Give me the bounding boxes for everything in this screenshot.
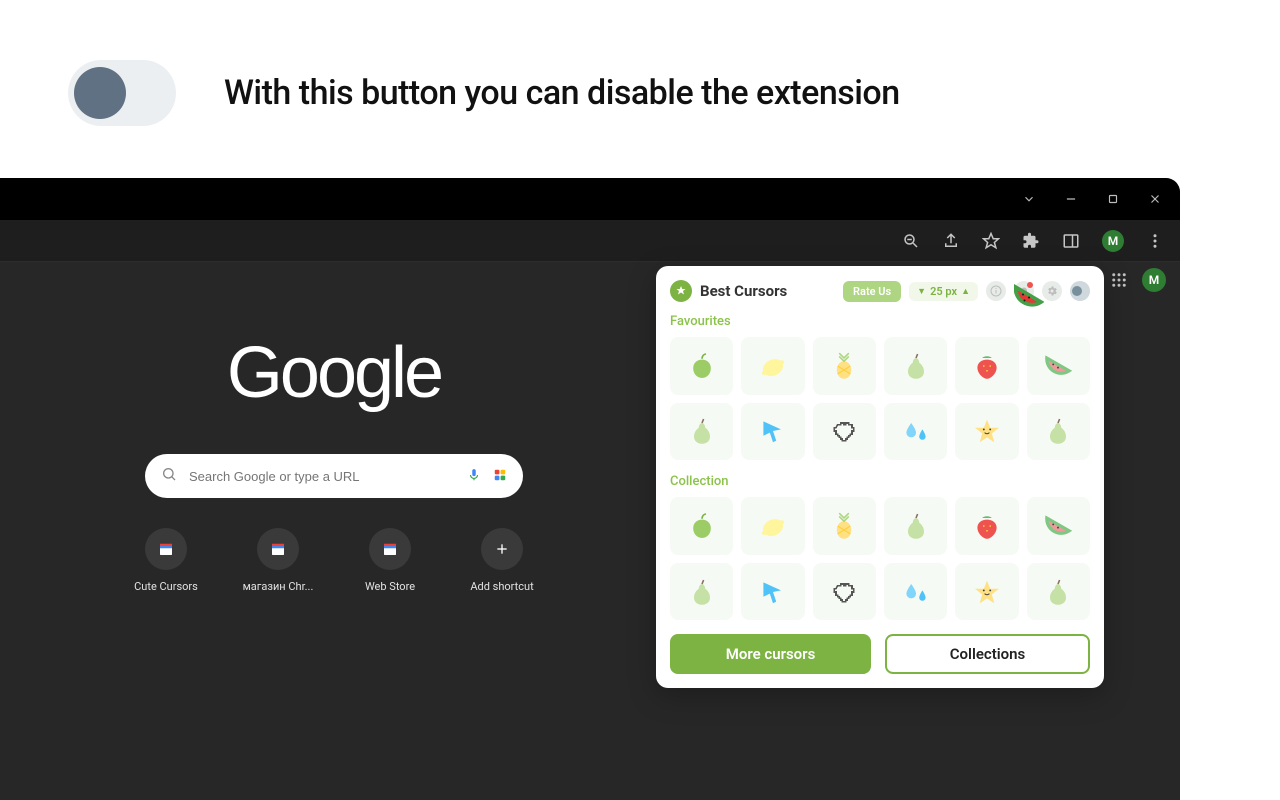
- disable-toggle[interactable]: [68, 60, 176, 126]
- zoom-icon[interactable]: [902, 232, 920, 250]
- cursor-item-water-drops[interactable]: [884, 403, 947, 461]
- shortcut-item[interactable]: Add shortcut: [462, 528, 542, 593]
- instruction-row: With this button you can disable the ext…: [0, 0, 1280, 166]
- cursor-size-value: 25 px: [930, 285, 957, 298]
- cursor-item-pear[interactable]: [670, 403, 733, 461]
- extension-popup: Best Cursors Rate Us ▼ 25 px ▲: [656, 266, 1104, 688]
- share-icon[interactable]: [942, 232, 960, 250]
- google-logo: Google: [227, 332, 441, 414]
- collections-button[interactable]: Collections: [885, 634, 1090, 674]
- profile-avatar[interactable]: M: [1102, 230, 1124, 252]
- cursor-item-star[interactable]: [955, 563, 1018, 621]
- shortcut-item[interactable]: Web Store: [350, 528, 430, 593]
- cursor-item-apple[interactable]: [670, 337, 733, 395]
- cursor-item-pear[interactable]: [670, 563, 733, 621]
- window-dropdown-icon[interactable]: [1022, 192, 1036, 206]
- cursor-item-lemon[interactable]: [741, 337, 804, 395]
- browser-window: M M Google: [0, 178, 1180, 800]
- store-icon: [145, 528, 187, 570]
- search-icon: [161, 466, 177, 486]
- rate-us-button[interactable]: Rate Us: [843, 281, 901, 302]
- cursor-item-star[interactable]: [955, 403, 1018, 461]
- cursor-item-watermelon[interactable]: [1027, 337, 1090, 395]
- cursor-item-pear-2[interactable]: [1027, 563, 1090, 621]
- cursor-item-strawberry[interactable]: [955, 497, 1018, 555]
- toggle-knob: [74, 67, 126, 119]
- collection-heading: Collection: [670, 474, 1090, 489]
- window-titlebar: [0, 178, 1180, 220]
- cursor-item-pear-light[interactable]: [884, 497, 947, 555]
- new-tab-page: M Google Cute Cursors магазин Chr... Web S…: [0, 262, 1180, 800]
- shortcut-label: магазин Chr...: [238, 580, 318, 593]
- favourites-grid: [670, 337, 1090, 460]
- cursor-item-arrow-cursor[interactable]: [741, 403, 804, 461]
- window-maximize-icon[interactable]: [1106, 192, 1120, 206]
- favourites-heading: Favourites: [670, 314, 1090, 329]
- cursor-item-pineapple[interactable]: [813, 497, 876, 555]
- extension-toggle[interactable]: [1070, 281, 1090, 301]
- extension-footer: More cursors Collections: [670, 634, 1090, 674]
- window-close-icon[interactable]: [1148, 192, 1162, 206]
- cursor-item-heart-pixel[interactable]: [813, 563, 876, 621]
- ntp-avatar[interactable]: M: [1142, 268, 1166, 292]
- shortcut-label: Web Store: [350, 580, 430, 593]
- cursor-item-pineapple[interactable]: [813, 337, 876, 395]
- shortcut-label: Cute Cursors: [126, 580, 206, 593]
- search-input[interactable]: [189, 469, 455, 484]
- cursor-item-lemon[interactable]: [741, 497, 804, 555]
- extensions-icon[interactable]: [1022, 232, 1040, 250]
- cursor-item-pear-light[interactable]: [884, 337, 947, 395]
- extension-logo-icon: [670, 280, 692, 302]
- extension-toggle-knob: [1072, 286, 1082, 296]
- side-panel-icon[interactable]: [1062, 232, 1080, 250]
- cursor-item-heart-pixel[interactable]: [813, 403, 876, 461]
- cursor-item-watermelon[interactable]: [1027, 497, 1090, 555]
- collection-grid: [670, 497, 1090, 620]
- cursor-item-apple[interactable]: [670, 497, 733, 555]
- voice-search-icon[interactable]: [467, 467, 481, 486]
- ntp-top-right: M: [1110, 268, 1166, 292]
- watermelon-cursor-icon: [1014, 284, 1044, 314]
- cursor-size-control[interactable]: ▼ 25 px ▲: [909, 282, 978, 301]
- store-icon: [257, 528, 299, 570]
- extension-title: Best Cursors: [700, 282, 835, 300]
- window-minimize-icon[interactable]: [1064, 192, 1078, 206]
- apps-grid-icon[interactable]: [1110, 271, 1128, 289]
- info-icon[interactable]: [986, 281, 1006, 301]
- settings-gear-icon[interactable]: [1042, 281, 1062, 301]
- instruction-text: With this button you can disable the ext…: [224, 73, 900, 113]
- plus-icon: [481, 528, 523, 570]
- browser-toolbar: M: [0, 220, 1180, 262]
- shortcuts-row: Cute Cursors магазин Chr... Web Store Add s…: [126, 528, 542, 593]
- cursor-item-pear-2[interactable]: [1027, 403, 1090, 461]
- shortcut-label: Add shortcut: [462, 580, 542, 593]
- size-decrease-icon[interactable]: ▼: [917, 286, 926, 297]
- bookmark-star-icon[interactable]: [982, 232, 1000, 250]
- more-cursors-button[interactable]: More cursors: [670, 634, 871, 674]
- lens-search-icon[interactable]: [493, 467, 507, 486]
- store-icon: [369, 528, 411, 570]
- browser-menu-icon[interactable]: [1146, 232, 1164, 250]
- size-increase-icon[interactable]: ▲: [961, 286, 970, 297]
- shortcut-item[interactable]: магазин Chr...: [238, 528, 318, 593]
- cursor-item-water-drops[interactable]: [884, 563, 947, 621]
- shortcut-item[interactable]: Cute Cursors: [126, 528, 206, 593]
- search-bar[interactable]: [145, 454, 523, 498]
- cursor-item-strawberry[interactable]: [955, 337, 1018, 395]
- cursor-item-arrow-cursor[interactable]: [741, 563, 804, 621]
